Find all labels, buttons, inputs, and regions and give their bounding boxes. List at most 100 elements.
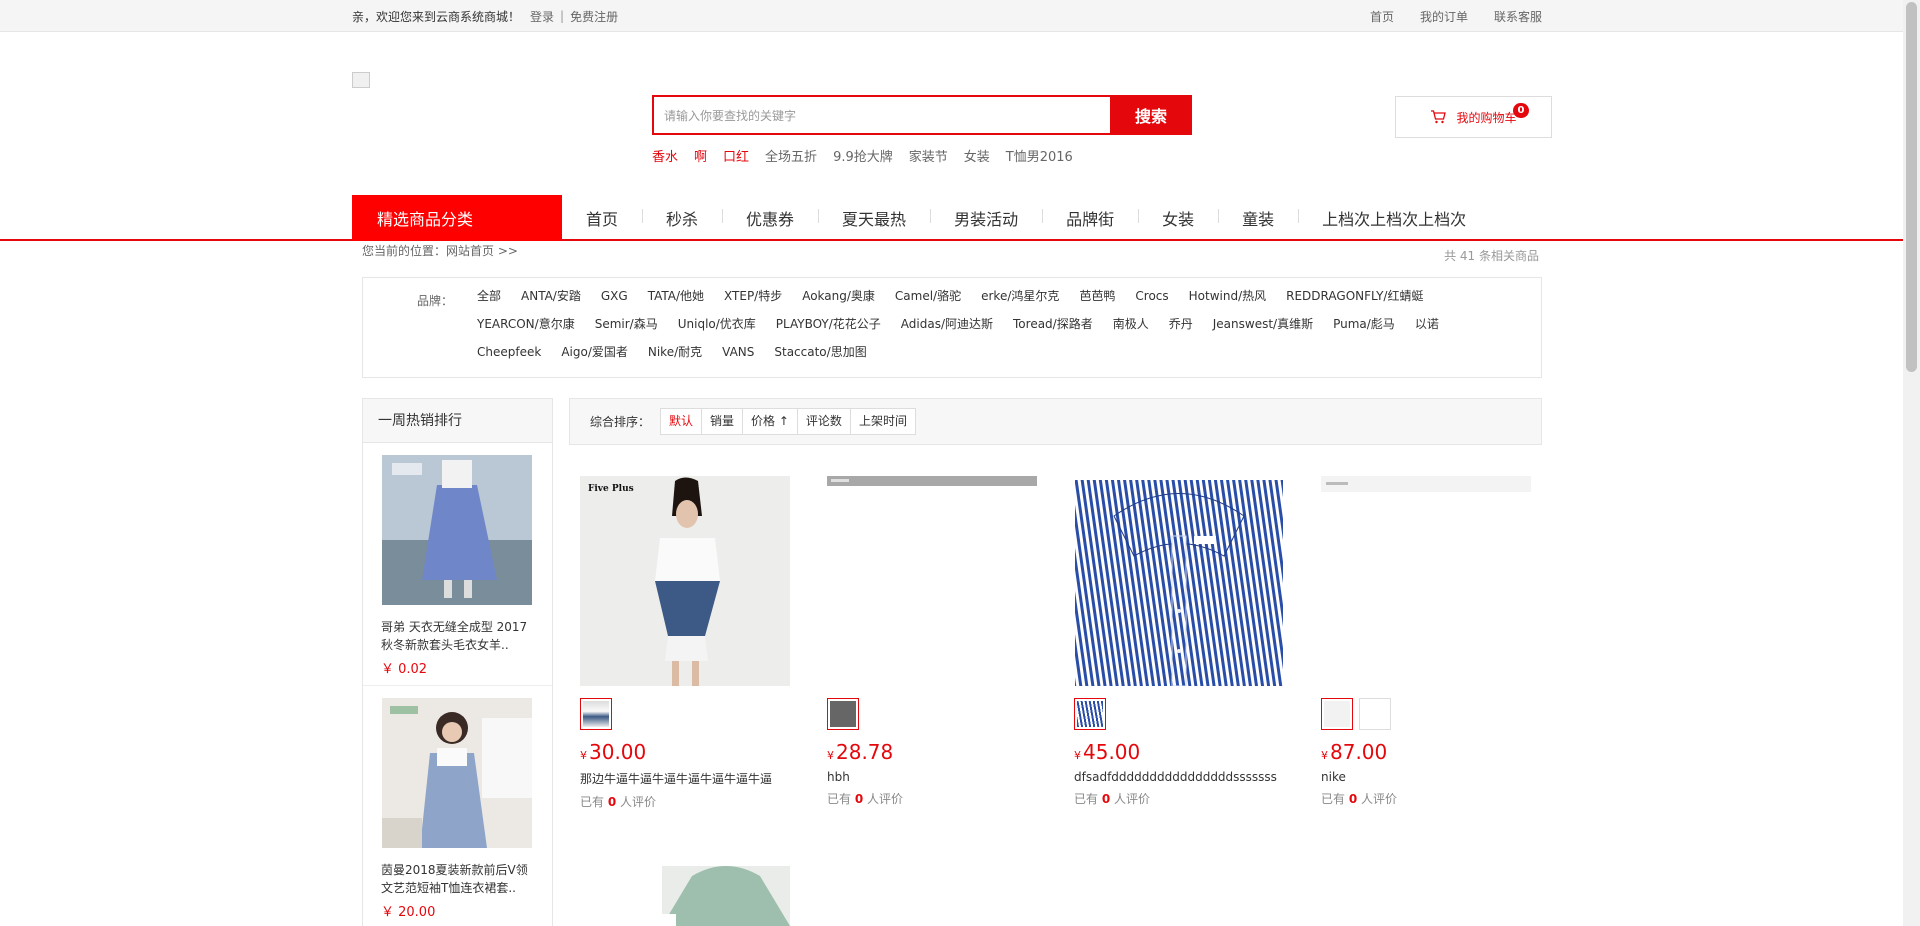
brand-item[interactable]: Crocs bbox=[1135, 287, 1168, 305]
product-title[interactable]: nike bbox=[1321, 770, 1531, 784]
product-price: ¥30.00 bbox=[580, 740, 790, 764]
color-thumb[interactable] bbox=[1359, 698, 1391, 730]
hotword[interactable]: 家装节 bbox=[909, 146, 948, 165]
brand-item[interactable]: 全部 bbox=[477, 287, 501, 305]
hotword[interactable]: 女装 bbox=[964, 146, 990, 165]
brand-item[interactable]: Camel/骆驼 bbox=[895, 287, 961, 305]
product-image[interactable]: Five Plus bbox=[580, 476, 790, 686]
login-link[interactable]: 登录 bbox=[530, 8, 554, 25]
brand-item[interactable]: 芭芭鸭 bbox=[1079, 287, 1115, 305]
cart-icon bbox=[1431, 110, 1447, 124]
site-logo[interactable] bbox=[352, 72, 370, 88]
brand-item[interactable]: Aokang/奥康 bbox=[802, 287, 875, 305]
sort-price[interactable]: 价格 ↑ bbox=[743, 409, 798, 434]
brand-item[interactable]: Staccato/思加图 bbox=[774, 343, 866, 361]
product-card[interactable]: ¥87.00 nike 已有 0 人评价 bbox=[1321, 476, 1531, 807]
top-separator: | bbox=[560, 9, 565, 23]
brand-item[interactable]: PLAYBOY/花花公子 bbox=[776, 315, 881, 333]
product-card[interactable]: Five Plus ¥30.00 那边牛逼牛逼牛逼牛逼牛逼牛逼牛逼 已有 0 人… bbox=[580, 476, 790, 810]
comments-prefix: 已有 bbox=[1321, 792, 1346, 806]
nav-item-premium[interactable]: 上档次上档次上档次 bbox=[1298, 206, 1490, 230]
register-link[interactable]: 免费注册 bbox=[570, 8, 618, 25]
product-image[interactable] bbox=[1074, 476, 1284, 686]
brand-filter: 品牌： 全部 ANTA/安踏 GXG TATA/他她 XTEP/特步 Aokang/奥康 C… bbox=[362, 277, 1542, 378]
product-image[interactable] bbox=[827, 476, 1037, 686]
product-title[interactable]: 那边牛逼牛逼牛逼牛逼牛逼牛逼牛逼 bbox=[580, 770, 790, 787]
color-thumb[interactable] bbox=[827, 698, 859, 730]
brand-item[interactable]: ANTA/安踏 bbox=[521, 287, 581, 305]
brand-item[interactable]: YEARCON/意尔康 bbox=[477, 315, 575, 333]
comments-prefix: 已有 bbox=[827, 792, 852, 806]
brand-item[interactable]: Semir/森马 bbox=[595, 315, 658, 333]
cart-button[interactable]: 我的购物车 0 bbox=[1395, 96, 1552, 138]
nav-item-kids[interactable]: 童装 bbox=[1218, 206, 1298, 230]
ranking-item-name[interactable]: 茵曼2018夏装新款前后V领文艺范短袖T恤连衣裙套.. bbox=[381, 861, 531, 897]
product-title[interactable]: dfsadfddddddddddddddddsssssss bbox=[1074, 770, 1284, 784]
brand-item[interactable]: REDDRAGONFLY/红蜻蜓 bbox=[1286, 287, 1423, 305]
price-value: 28.78 bbox=[836, 740, 894, 764]
ranking-item[interactable]: 茵曼2018夏装新款前后V领文艺范短袖T恤连衣裙套.. ￥ 20.00 bbox=[363, 686, 552, 926]
cart-label: 我的购物车 bbox=[1456, 110, 1517, 125]
brand-item[interactable]: erke/鸿星尔克 bbox=[981, 287, 1059, 305]
brand-item[interactable]: VANS bbox=[722, 343, 754, 361]
hotword[interactable]: 口红 bbox=[723, 146, 749, 165]
brand-item[interactable]: Nike/耐克 bbox=[648, 343, 702, 361]
brand-item[interactable]: Puma/彪马 bbox=[1333, 315, 1395, 333]
sort-reviews[interactable]: 评论数 bbox=[798, 409, 851, 434]
comments-suffix: 人评价 bbox=[1114, 792, 1151, 806]
brand-item[interactable]: Toread/探路者 bbox=[1013, 315, 1093, 333]
brand-item[interactable]: Uniqlo/优衣库 bbox=[678, 315, 756, 333]
brand-item[interactable]: Jeanswest/真维斯 bbox=[1213, 315, 1313, 333]
hotword[interactable]: 全场五折 bbox=[765, 146, 817, 165]
hotword[interactable]: 啊 bbox=[694, 146, 707, 165]
product-image[interactable] bbox=[1321, 476, 1531, 686]
scrollbar-thumb[interactable] bbox=[1906, 2, 1917, 372]
top-link-home[interactable]: 首页 bbox=[1370, 8, 1394, 25]
hotword[interactable]: 香水 bbox=[652, 146, 678, 165]
color-thumb[interactable] bbox=[1321, 698, 1353, 730]
category-menu[interactable]: 精选商品分类 bbox=[352, 195, 562, 241]
ranking-item-name[interactable]: 哥弟 天衣无缝全成型 2017秋冬新款套头毛衣女羊.. bbox=[381, 618, 531, 654]
nav-item-women[interactable]: 女装 bbox=[1138, 206, 1218, 230]
welcome-text: 亲，欢迎您来到云商系统商城！ bbox=[352, 9, 521, 24]
top-link-service[interactable]: 联系客服 bbox=[1494, 8, 1542, 25]
hotword[interactable]: 9.9抢大牌 bbox=[833, 146, 893, 165]
color-thumb[interactable] bbox=[1074, 698, 1106, 730]
product-price: ¥87.00 bbox=[1321, 740, 1531, 764]
nav-item-home[interactable]: 首页 bbox=[562, 206, 642, 230]
nav-item-coupon[interactable]: 优惠券 bbox=[722, 206, 818, 230]
nav-item-seckill[interactable]: 秒杀 bbox=[642, 206, 722, 230]
product-image-partial[interactable] bbox=[662, 866, 790, 926]
brand-item[interactable]: XTEP/特步 bbox=[724, 287, 782, 305]
color-thumb[interactable] bbox=[580, 698, 612, 730]
search-button[interactable]: 搜索 bbox=[1110, 95, 1192, 135]
brand-item[interactable]: 以诺 bbox=[1415, 315, 1439, 333]
sort-newest[interactable]: 上架时间 bbox=[851, 409, 915, 434]
brand-item[interactable]: Aigo/爱国者 bbox=[561, 343, 628, 361]
brand-item[interactable]: Adidas/阿迪达斯 bbox=[901, 315, 993, 333]
sort-sales[interactable]: 销量 bbox=[702, 409, 744, 434]
product-image[interactable] bbox=[382, 455, 532, 605]
brand-item[interactable]: GXG bbox=[601, 287, 628, 305]
nav-item-menswear[interactable]: 男装活动 bbox=[930, 206, 1042, 230]
search-input[interactable]: 请输入你要查找的关键字 bbox=[652, 95, 1110, 135]
page-scrollbar[interactable] bbox=[1903, 0, 1920, 926]
product-image[interactable] bbox=[382, 698, 532, 848]
top-link-orders[interactable]: 我的订单 bbox=[1420, 8, 1468, 25]
sort-bar: 综合排序： 默认 销量 价格 ↑ 评论数 上架时间 bbox=[569, 398, 1542, 445]
hot-ranking-sidebar: 一周热销排行 哥弟 天衣无缝全成型 2017秋冬新款套头毛衣女羊.. ￥ 0.0… bbox=[362, 398, 553, 926]
sort-default[interactable]: 默认 bbox=[661, 409, 703, 434]
brand-item[interactable]: 南极人 bbox=[1113, 315, 1149, 333]
brand-item[interactable]: TATA/他她 bbox=[648, 287, 704, 305]
price-value: 45.00 bbox=[1083, 740, 1141, 764]
nav-item-brand[interactable]: 品牌街 bbox=[1042, 206, 1138, 230]
hotword[interactable]: T恤男2016 bbox=[1006, 146, 1073, 165]
product-card[interactable]: ¥28.78 hbh 已有 0 人评价 bbox=[827, 476, 1037, 807]
ranking-item[interactable]: 哥弟 天衣无缝全成型 2017秋冬新款套头毛衣女羊.. ￥ 0.02 bbox=[363, 443, 552, 686]
product-title[interactable]: hbh bbox=[827, 770, 1037, 784]
brand-item[interactable]: Cheepfeek bbox=[477, 343, 541, 361]
nav-item-summer[interactable]: 夏天最热 bbox=[818, 206, 930, 230]
brand-item[interactable]: 乔丹 bbox=[1169, 315, 1193, 333]
product-card[interactable]: ¥45.00 dfsadfddddddddddddddddsssssss 已有 … bbox=[1074, 476, 1284, 807]
brand-item[interactable]: Hotwind/热风 bbox=[1189, 287, 1267, 305]
